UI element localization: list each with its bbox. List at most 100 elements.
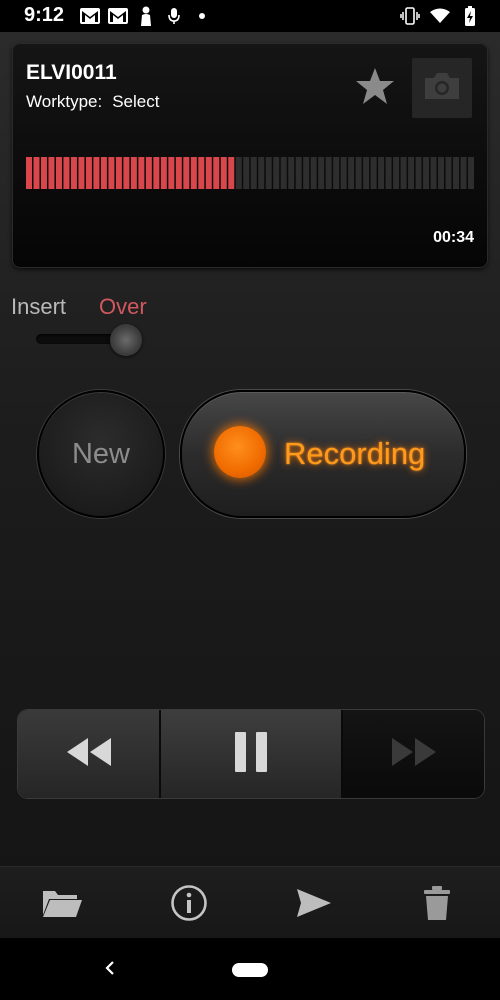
fast-forward-icon bbox=[391, 737, 437, 772]
navigation-bar bbox=[0, 938, 500, 1000]
bottom-toolbar bbox=[0, 866, 500, 939]
level-segment bbox=[250, 157, 257, 189]
wifi-icon bbox=[430, 6, 450, 26]
home-pill[interactable] bbox=[232, 963, 268, 977]
level-segment-lit bbox=[78, 157, 85, 189]
level-segment-lit bbox=[168, 157, 175, 189]
level-segment bbox=[333, 157, 340, 189]
recording-info-panel: ELVI0011 Worktype: Select 00:34 bbox=[12, 43, 488, 268]
level-segment bbox=[265, 157, 272, 189]
vibrate-icon bbox=[400, 6, 420, 26]
level-segment-lit bbox=[153, 157, 160, 189]
system-icons bbox=[400, 6, 480, 26]
mode-insert-label[interactable]: Insert bbox=[11, 294, 66, 320]
back-icon[interactable] bbox=[100, 958, 120, 978]
transport-controls bbox=[18, 710, 484, 798]
level-segment bbox=[363, 157, 370, 189]
level-segment-lit bbox=[108, 157, 115, 189]
level-segment-lit bbox=[145, 157, 152, 189]
level-segment bbox=[325, 157, 332, 189]
level-segment bbox=[243, 157, 250, 189]
dot-icon bbox=[192, 6, 212, 26]
level-segment bbox=[340, 157, 347, 189]
level-segment bbox=[310, 157, 317, 189]
level-segment bbox=[400, 157, 407, 189]
level-segment bbox=[423, 157, 430, 189]
level-segment-lit bbox=[160, 157, 167, 189]
rewind-icon bbox=[66, 737, 112, 772]
level-segment-lit bbox=[40, 157, 47, 189]
level-segment bbox=[460, 157, 467, 189]
level-segment-lit bbox=[48, 157, 55, 189]
recording-button[interactable]: Recording bbox=[180, 390, 466, 518]
send-icon[interactable] bbox=[290, 881, 338, 925]
level-segment bbox=[468, 157, 474, 189]
info-icon[interactable] bbox=[165, 881, 213, 925]
notification-icons bbox=[80, 6, 212, 26]
level-segment bbox=[453, 157, 460, 189]
level-segment bbox=[430, 157, 437, 189]
level-segment-lit bbox=[183, 157, 190, 189]
level-segment-lit bbox=[123, 157, 130, 189]
camera-icon bbox=[422, 70, 462, 107]
record-indicator-icon bbox=[214, 426, 266, 478]
level-segment-lit bbox=[33, 157, 40, 189]
person-icon bbox=[136, 6, 156, 26]
gmail-icon bbox=[108, 6, 128, 26]
level-segment bbox=[438, 157, 445, 189]
level-segment bbox=[280, 157, 287, 189]
recording-label: Recording bbox=[284, 436, 426, 471]
battery-icon bbox=[460, 6, 480, 26]
level-segment bbox=[295, 157, 302, 189]
level-segment-lit bbox=[130, 157, 137, 189]
level-meter bbox=[26, 157, 474, 189]
new-button[interactable]: New bbox=[37, 390, 165, 518]
rewind-button[interactable] bbox=[18, 710, 161, 798]
level-segment-lit bbox=[100, 157, 107, 189]
level-segment-lit bbox=[213, 157, 220, 189]
pause-button[interactable] bbox=[161, 710, 343, 798]
trash-icon[interactable] bbox=[413, 881, 461, 925]
level-segment bbox=[273, 157, 280, 189]
level-segment bbox=[408, 157, 415, 189]
level-segment-lit bbox=[26, 157, 32, 189]
level-segment bbox=[393, 157, 400, 189]
pause-icon bbox=[233, 731, 269, 778]
dictation-app: ELVI0011 Worktype: Select 00:34 Insert Ov… bbox=[0, 32, 500, 939]
file-name: ELVI0011 bbox=[26, 61, 117, 84]
level-segment bbox=[258, 157, 265, 189]
gmail-icon bbox=[80, 6, 100, 26]
level-segment-lit bbox=[115, 157, 122, 189]
star-icon[interactable] bbox=[354, 65, 396, 107]
level-segment bbox=[385, 157, 392, 189]
level-segment-lit bbox=[205, 157, 212, 189]
level-segment bbox=[378, 157, 385, 189]
level-segment-lit bbox=[55, 157, 62, 189]
level-segment bbox=[370, 157, 377, 189]
level-segment-lit bbox=[70, 157, 77, 189]
level-segment bbox=[445, 157, 452, 189]
elapsed-time: 00:34 bbox=[433, 229, 474, 246]
camera-button[interactable] bbox=[412, 58, 472, 118]
level-segment-lit bbox=[93, 157, 100, 189]
level-segment bbox=[288, 157, 295, 189]
worktype-row[interactable]: Worktype: Select bbox=[26, 92, 159, 112]
fast-forward-button[interactable] bbox=[343, 710, 484, 798]
status-time: 9:12 bbox=[24, 4, 65, 26]
worktype-value[interactable]: Select bbox=[112, 92, 159, 111]
level-segment bbox=[318, 157, 325, 189]
mode-switch-knob[interactable] bbox=[110, 324, 142, 356]
level-segment-lit bbox=[198, 157, 205, 189]
mic-icon bbox=[164, 6, 184, 26]
level-segment bbox=[303, 157, 310, 189]
level-segment-lit bbox=[190, 157, 197, 189]
folder-icon[interactable] bbox=[38, 881, 86, 925]
mode-over-label[interactable]: Over bbox=[99, 294, 147, 320]
level-segment-lit bbox=[63, 157, 70, 189]
level-segment bbox=[415, 157, 422, 189]
level-segment-lit bbox=[85, 157, 92, 189]
level-segment-lit bbox=[228, 157, 235, 189]
level-segment-lit bbox=[175, 157, 182, 189]
worktype-label: Worktype: bbox=[26, 92, 103, 111]
level-segment bbox=[355, 157, 362, 189]
